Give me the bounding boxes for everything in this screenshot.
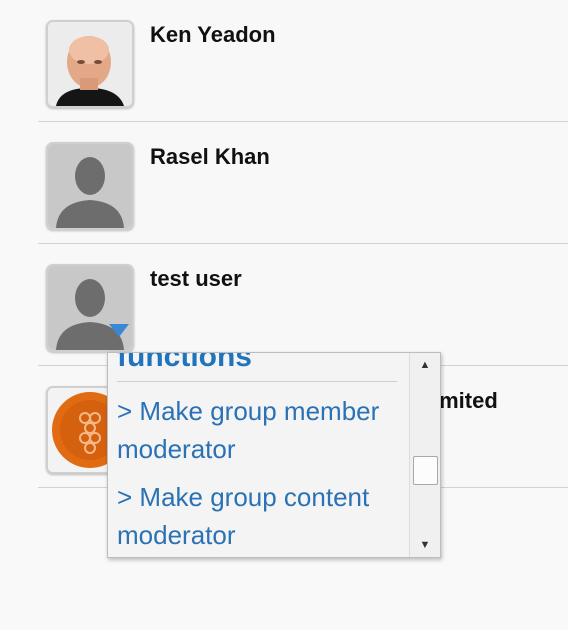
popup-title: functions (117, 352, 252, 373)
functions-popup: functions > Make group member moderator … (107, 352, 441, 558)
popup-divider (117, 381, 397, 382)
member-row: Rasel Khan (38, 122, 568, 244)
scroll-up-arrow-icon[interactable]: ▲ (410, 355, 440, 375)
member-avatar[interactable] (46, 20, 134, 108)
member-name[interactable]: Ken Yeadon (150, 22, 276, 48)
default-user-icon (48, 266, 132, 350)
scroll-down-arrow-icon[interactable]: ▼ (410, 535, 440, 555)
functions-menu-trigger-icon[interactable] (109, 324, 129, 337)
default-user-icon (48, 144, 132, 228)
member-name[interactable]: Rasel Khan (150, 144, 270, 170)
make-member-moderator-link[interactable]: > Make group member moderator (117, 392, 401, 468)
member-avatar[interactable] (46, 142, 134, 230)
person-photo-icon (48, 22, 132, 106)
make-content-moderator-link[interactable]: > Make group content moderator (117, 478, 401, 554)
scrollbar-thumb[interactable] (413, 456, 438, 485)
popup-content: functions > Make group member moderator … (117, 352, 401, 557)
member-name[interactable]: test user (150, 266, 242, 292)
popup-scrollbar[interactable]: ▲ ▼ (409, 353, 440, 557)
member-row: Ken Yeadon (38, 0, 568, 122)
member-row: test user (38, 244, 568, 366)
member-name[interactable]: imited (433, 388, 498, 414)
member-avatar[interactable] (46, 264, 134, 352)
